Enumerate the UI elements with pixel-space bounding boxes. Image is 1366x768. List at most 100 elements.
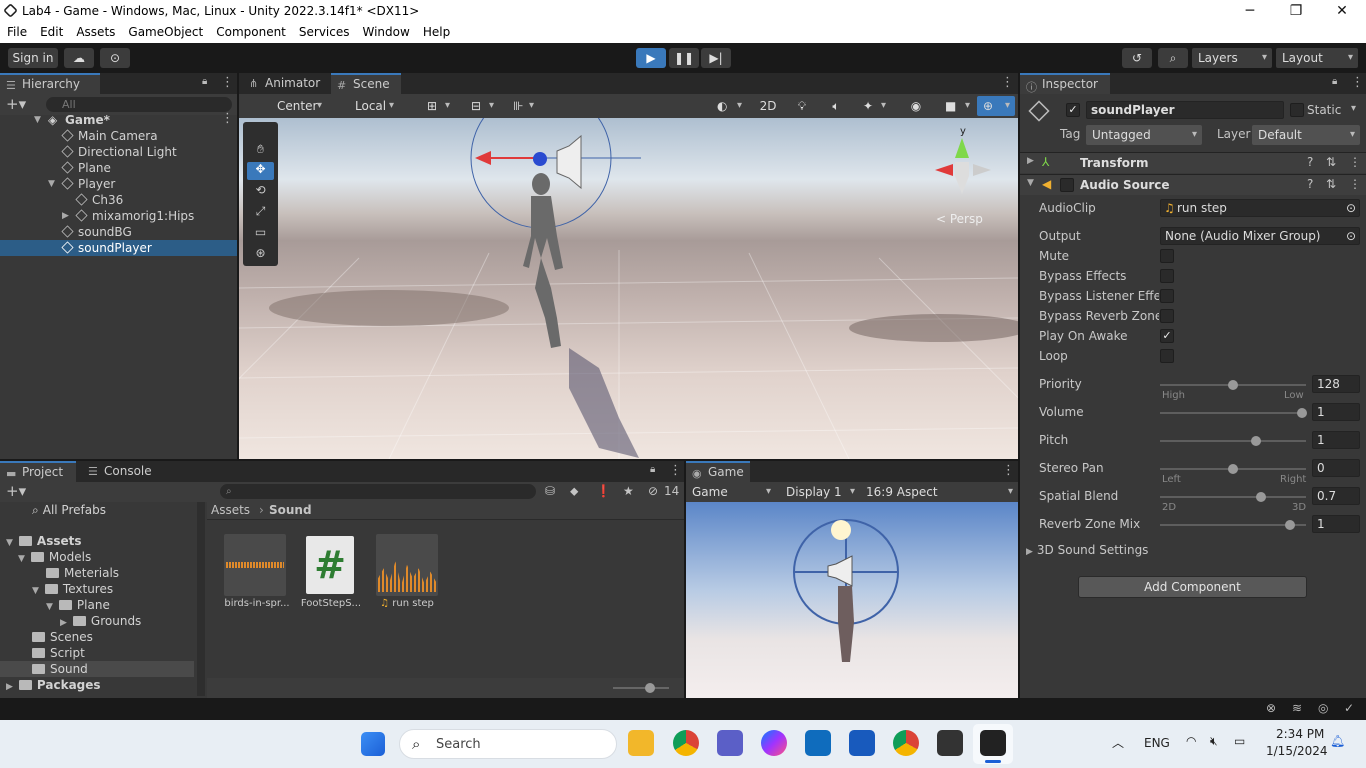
step-button[interactable]: ▶| (701, 48, 731, 68)
battery-icon[interactable]: ▭ (1234, 734, 1245, 748)
play-button[interactable]: ▶ (636, 48, 666, 68)
tab-project[interactable]: ▬ Project (0, 461, 76, 482)
add-component-button[interactable]: Add Component (1078, 576, 1307, 598)
notification-bell-icon[interactable]: 🔔︎ (1330, 734, 1345, 748)
cache-icon[interactable]: ◎ (1318, 701, 1328, 715)
hierarchy-item[interactable]: Directional Light (0, 144, 237, 160)
aspect-dropdown[interactable]: 16:9 Aspect (860, 482, 1018, 502)
stereo-pan-knob[interactable] (1228, 464, 1238, 474)
tree-item-packages[interactable]: ▶ Packages (6, 677, 101, 693)
chrome-icon[interactable] (673, 730, 699, 756)
tree-item-sound[interactable]: Sound (0, 661, 194, 677)
tab-inspector[interactable]: ⓘ Inspector (1020, 73, 1110, 94)
priority-input[interactable]: 128 (1312, 375, 1360, 393)
menu-services[interactable]: Services (292, 22, 356, 39)
breadcrumb-assets[interactable]: Assets (211, 503, 250, 517)
hierarchy-search-input[interactable]: All (46, 97, 232, 112)
camera-icon[interactable]: ■ (939, 96, 975, 116)
tree-item-meterials[interactable]: Meterials (46, 565, 119, 581)
tree-item-scenes[interactable]: Scenes (32, 629, 93, 645)
shading-mode-icon[interactable]: ◐ (711, 96, 747, 116)
volume-mute-icon[interactable]: 🔇︎ (1210, 734, 1218, 749)
static-checkbox[interactable] (1290, 103, 1304, 117)
hierarchy-item[interactable]: ▼ Player (0, 176, 237, 192)
auto-generate-icon[interactable]: ✓ (1344, 701, 1354, 715)
add-icon[interactable]: +▾ (6, 95, 26, 113)
hand-tool-icon[interactable]: ✋︎ (247, 142, 274, 160)
asset-thumbnail-birds[interactable] (224, 534, 286, 596)
chevron-up-icon[interactable]: ︿ (1112, 734, 1124, 751)
audio-source-enabled-checkbox[interactable] (1060, 178, 1074, 192)
tree-item-textures[interactable]: ▼ Textures (32, 581, 113, 597)
hierarchy-item[interactable]: ▶ mixamorig1:Hips (0, 208, 237, 224)
object-name-input[interactable]: soundPlayer (1086, 101, 1284, 119)
menu-help[interactable]: Help (416, 22, 456, 39)
taskbar-search-input[interactable]: ⌕ Search (399, 729, 617, 759)
sign-in-button[interactable]: Sign in (8, 48, 58, 68)
pitch-input[interactable]: 1 (1312, 431, 1360, 449)
tab-animator[interactable]: ⋔ Animator (243, 73, 327, 94)
tab-game[interactable]: ◉ Game (686, 461, 750, 482)
hierarchy-item[interactable]: Ch36 (0, 192, 237, 208)
audio-icon[interactable]: 🔈︎ (823, 96, 849, 116)
tab-console[interactable]: ☰ Console (82, 461, 162, 482)
volume-input[interactable]: 1 (1312, 403, 1360, 421)
tag-dropdown[interactable]: Untagged (1086, 125, 1202, 145)
pitch-slider[interactable] (1160, 436, 1306, 446)
asset-thumbnail-run-step[interactable] (376, 534, 438, 596)
history-icon[interactable]: ↺ (1122, 48, 1152, 68)
scene-viewport[interactable]: y < Persp ✋︎ ✥ ⟲ ⤢ ▭ ⊛ (239, 118, 1018, 459)
pitch-knob[interactable] (1251, 436, 1261, 446)
visibility-icon[interactable]: ◉ (903, 96, 929, 116)
lock-icon[interactable]: 🔒︎ (1332, 76, 1337, 87)
unity-editor-taskbar-button[interactable] (973, 724, 1013, 764)
tree-item-plane[interactable]: ▼ Plane (46, 597, 110, 613)
component-more-icon[interactable]: ⋮ (1349, 177, 1361, 191)
transform-tool-icon[interactable]: ⊛ (247, 246, 274, 264)
priority-knob[interactable] (1228, 380, 1238, 390)
file-explorer-icon[interactable] (628, 730, 654, 756)
hidden-packages-icon[interactable]: ⊘ (648, 484, 658, 498)
volume-slider[interactable] (1160, 408, 1307, 418)
stereo-pan-slider[interactable] (1160, 464, 1306, 474)
bypass-reverb-checkbox[interactable] (1160, 309, 1174, 323)
clock-time[interactable]: 2:34 PM (1276, 727, 1324, 741)
ruler-icon[interactable]: ⊪ (507, 96, 539, 116)
component-more-icon[interactable]: ⋮ (1349, 155, 1361, 169)
chrome-profile-icon[interactable] (893, 730, 919, 756)
filter-label-icon[interactable]: ⬥ (570, 484, 578, 499)
volume-knob[interactable] (1297, 408, 1307, 418)
space-dropdown[interactable]: Local (335, 96, 399, 116)
layout-dropdown[interactable]: Layout (1276, 48, 1358, 68)
wifi-icon[interactable]: ◠ (1186, 734, 1196, 748)
spatial-blend-knob[interactable] (1256, 492, 1266, 502)
display-dropdown[interactable]: Display 1 (780, 482, 860, 502)
clock-date[interactable]: 1/15/2024 (1266, 744, 1328, 758)
unity-hub-icon[interactable] (937, 730, 963, 756)
thumbnail-size-slider[interactable] (613, 683, 669, 693)
messenger-icon[interactable] (761, 730, 787, 756)
tab-scene[interactable]: # Scene (331, 73, 401, 94)
audioclip-field[interactable]: ♫ run step ⊙ (1160, 199, 1360, 217)
object-picker-icon[interactable]: ⊙ (1346, 200, 1356, 216)
debug-icon[interactable]: ⊗ (1266, 701, 1276, 715)
windows-start-icon[interactable] (361, 732, 385, 756)
tree-item-grounds[interactable]: ▶ Grounds (60, 613, 141, 629)
mute-checkbox[interactable] (1160, 249, 1174, 263)
pause-button[interactable]: ❚❚ (669, 48, 699, 68)
tree-scrollbar[interactable] (197, 502, 205, 696)
filter-type-icon[interactable]: ⛁ (545, 484, 555, 498)
hierarchy-item[interactable]: soundBG (0, 224, 237, 240)
thumbnail-size-knob[interactable] (645, 683, 655, 693)
lighting-icon[interactable]: 💡︎ (789, 96, 815, 116)
inspector-more-icon[interactable]: ⋮ (1351, 75, 1364, 90)
more-icon[interactable]: ⋮ (221, 75, 234, 90)
scale-tool-icon[interactable]: ⤢ (247, 204, 274, 222)
spatial-blend-slider[interactable] (1160, 492, 1306, 502)
hierarchy-item-selected[interactable]: soundPlayer (0, 240, 237, 256)
orientation-gizmo[interactable] (935, 138, 991, 194)
bypass-listener-checkbox[interactable] (1160, 289, 1174, 303)
layers-dropdown[interactable]: Layers (1192, 48, 1272, 68)
outlook-icon[interactable] (805, 730, 831, 756)
menu-edit[interactable]: Edit (33, 22, 69, 39)
